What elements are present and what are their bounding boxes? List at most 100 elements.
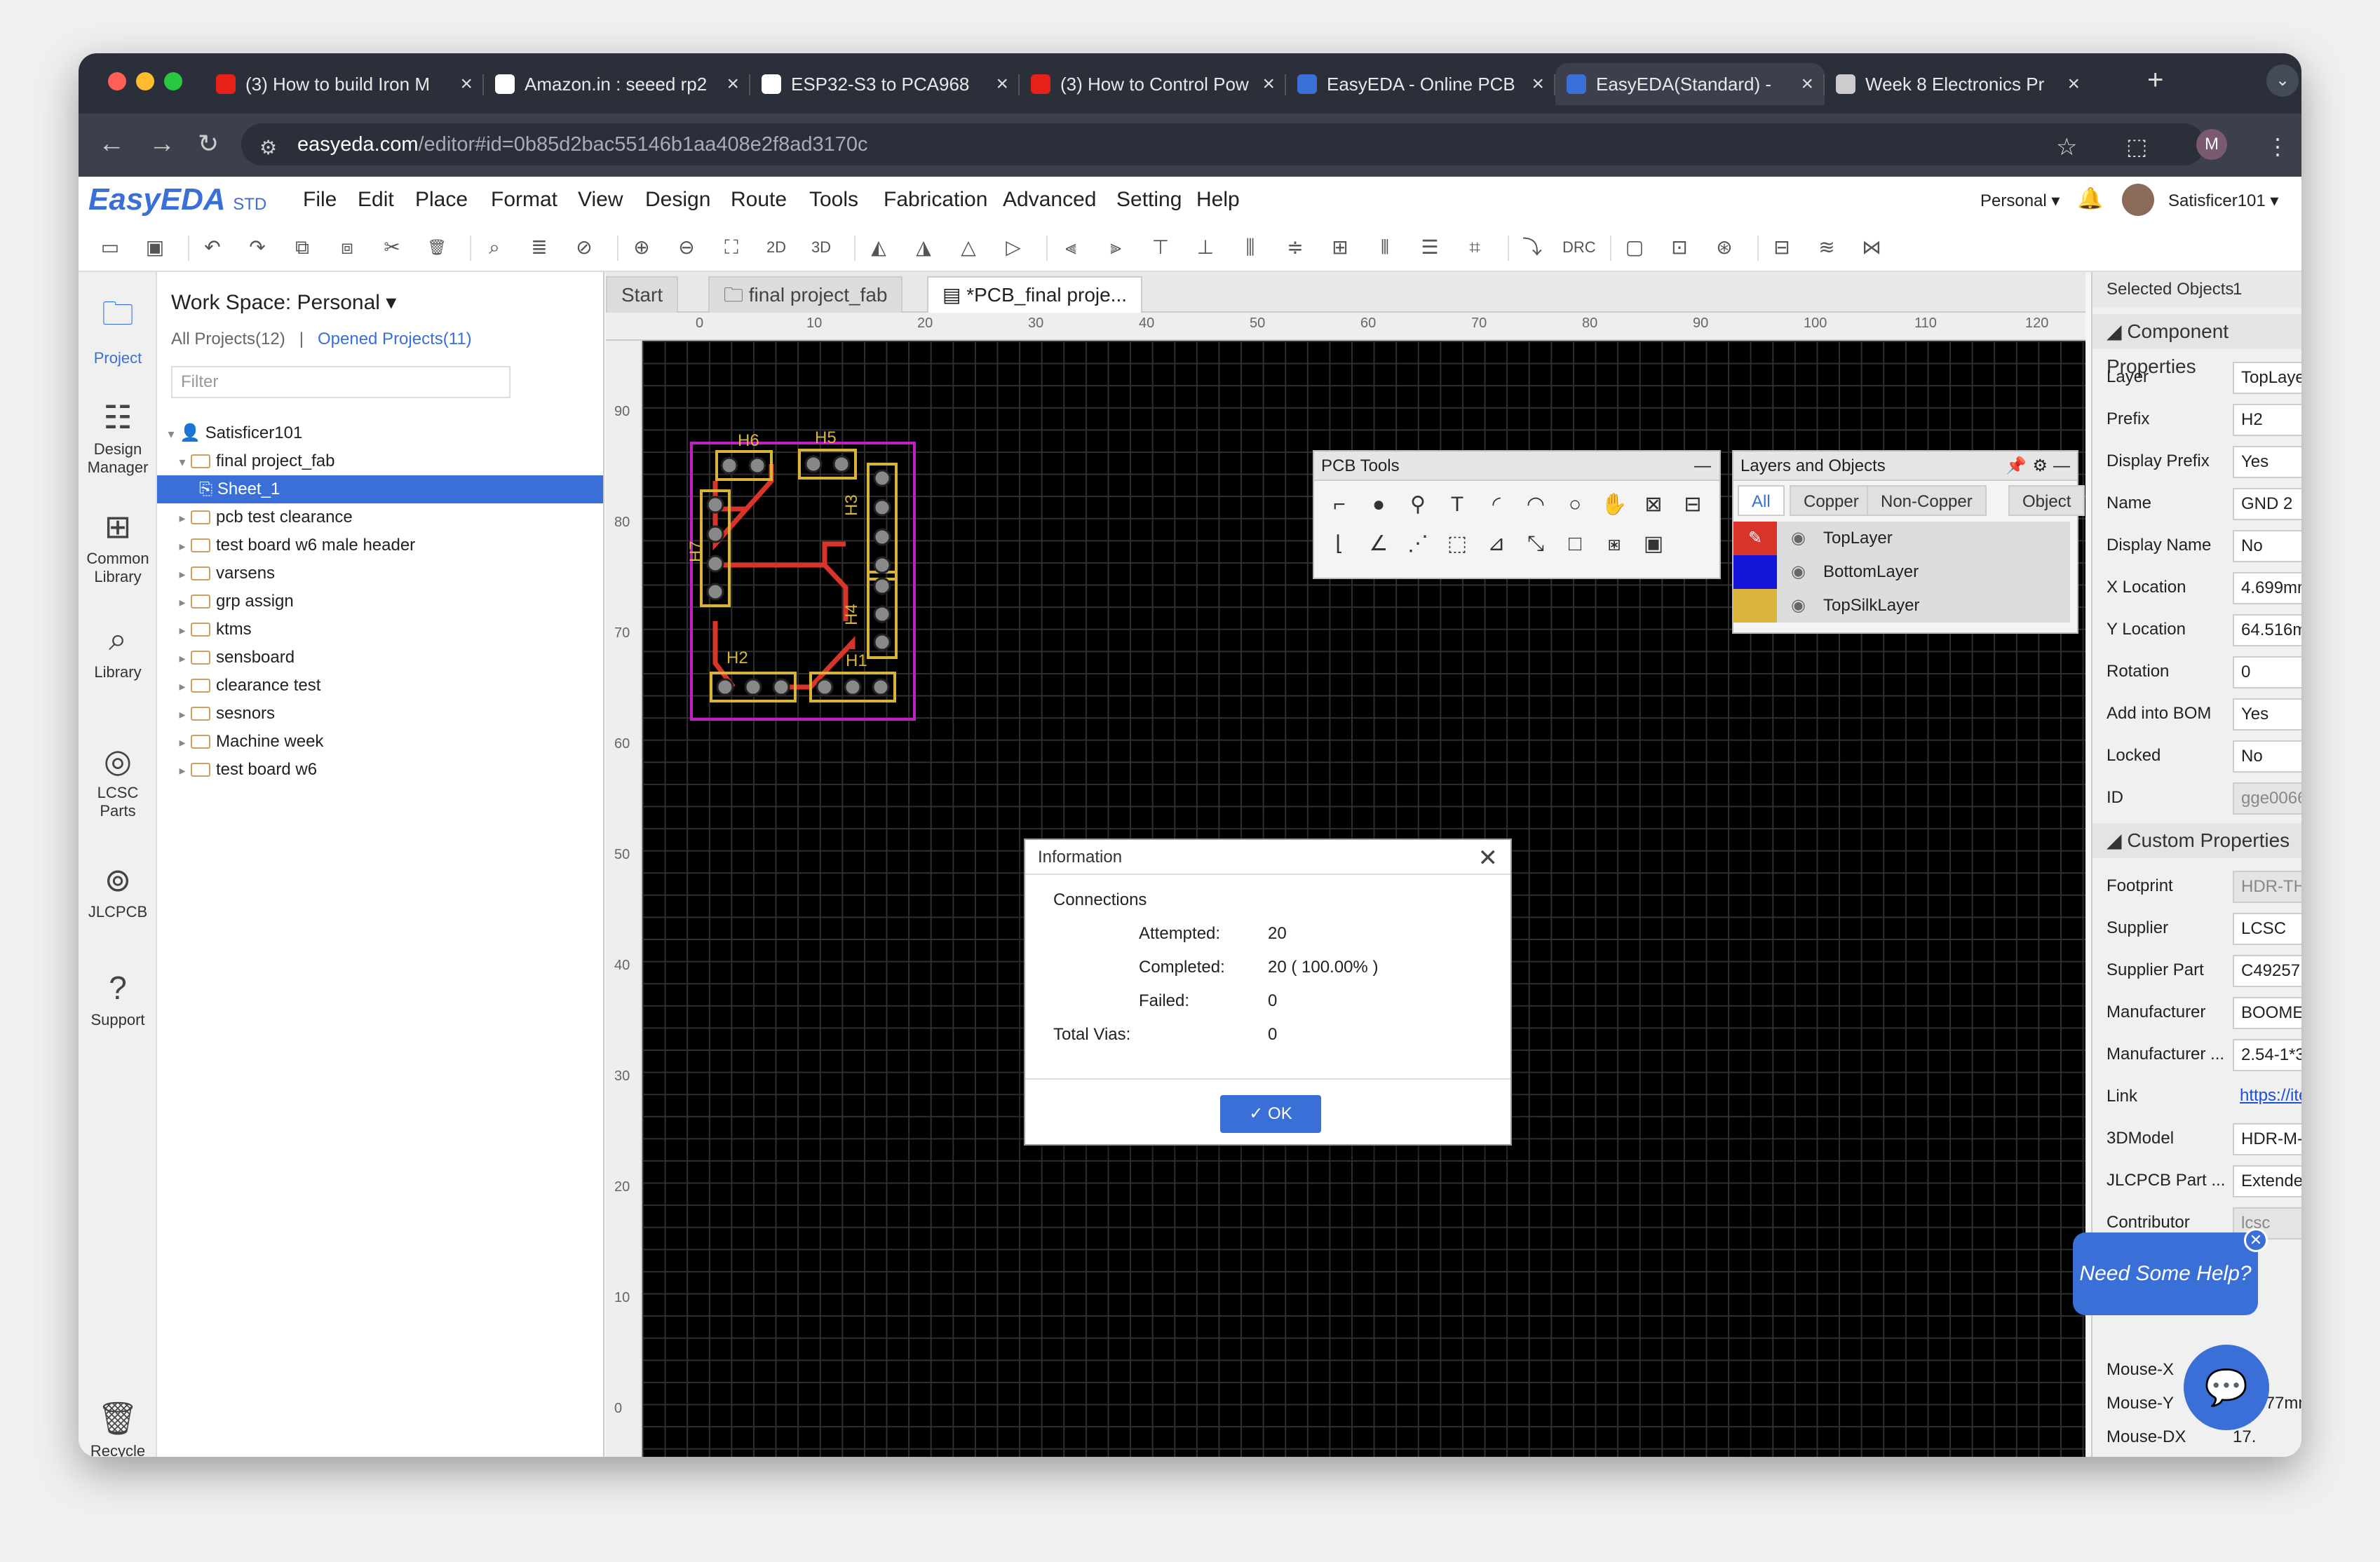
via-icon[interactable]: ⚲ [1402,489,1433,520]
all-projects-link[interactable]: All Projects(12) [171,330,285,348]
doc-tab[interactable]: 🗀 final project_fab [708,276,903,313]
line-icon[interactable]: ⌊ [1324,529,1355,559]
menu-advanced[interactable]: Advanced [1003,188,1096,212]
close-tab-icon[interactable]: × [2067,72,2080,96]
tab-search-button[interactable]: ⌄ [2266,64,2299,97]
menu-fabrication[interactable]: Fabrication [884,188,987,212]
text-icon[interactable]: T [1442,489,1473,520]
expand-arrow-icon[interactable]: ▸ [174,504,191,532]
layer-tab-object[interactable]: Object [2008,485,2085,516]
browser-tab[interactable]: ESP32-S3 to PCA968 × [750,63,1020,105]
property-field[interactable]: 64.516mm [2233,614,2301,646]
property-select[interactable]: No⌄ [2233,740,2301,773]
solder-icon[interactable]: ⊠ [1638,489,1669,520]
expand-arrow-icon[interactable]: ▸ [174,616,191,644]
eye-icon[interactable]: ◉ [1791,589,1806,623]
rect-icon[interactable]: □ [1560,529,1590,559]
tree-project-item[interactable]: ▸ test board w6 male header [157,531,603,559]
tree-project-item[interactable]: ▸ test board w6 [157,756,603,784]
chat-icon[interactable]: 💬 [2184,1345,2269,1430]
expand-arrow-icon[interactable]: ▸ [174,532,191,560]
expand-arrow-icon[interactable]: ▸ [174,728,191,756]
pin-icon[interactable]: 📌 [2006,451,2027,481]
dimension-icon[interactable]: ⋰ [1402,529,1433,559]
distribute-v-icon[interactable]: ☰ [1415,233,1445,262]
menu-edit[interactable]: Edit [358,188,394,212]
align-bottom-icon[interactable]: ⊥ [1191,233,1220,262]
bookmark-star-icon[interactable]: ☆ [2056,133,2077,161]
copper-area-icon[interactable]: ▣ [1638,529,1669,559]
expand-arrow-icon[interactable]: ▸ [174,644,191,672]
image-icon[interactable]: ⊟ [1677,489,1708,520]
browser-tab[interactable]: EasyEDA - Online PCB × [1286,63,1555,105]
layer-color-swatch[interactable] [1733,555,1777,589]
find-icon[interactable]: ≣ [525,233,554,262]
property-field[interactable]: BOOMELE(博 [2233,997,2301,1029]
region-icon[interactable]: ⊿ [1481,529,1512,559]
property-field[interactable]: Extended Par [2233,1165,2301,1197]
close-tab-icon[interactable]: × [726,72,739,96]
rail-common-library[interactable]: ⊞ Common Library [79,508,157,586]
rail-lcsc-parts[interactable]: ◎ LCSC Parts [79,742,157,820]
close-window-button[interactable] [108,72,126,90]
url-bar[interactable]: easyeda.com/editor#id=0b85d2bac55146b1aa… [241,123,2205,165]
track-icon[interactable]: ⌐ [1324,489,1355,520]
copy-icon[interactable]: ⧉ [288,233,317,262]
align-middle-icon[interactable]: ≑ [1280,233,1310,262]
user-avatar[interactable] [2122,184,2154,216]
menu-tools[interactable]: Tools [809,188,858,212]
browser-tab[interactable]: Week 8 Electronics Pr × [1825,63,2091,105]
property-select[interactable]: LCSC⌄ [2233,913,2301,945]
extensions-icon[interactable]: ⬚ [2126,133,2147,160]
flip-v-icon[interactable]: ◮ [909,233,938,262]
board-icon[interactable]: ▢ [1620,233,1649,262]
tree-root[interactable]: ▾ 👤 Satisficer101 [157,419,603,447]
tree-project-item[interactable]: ▸ clearance test [157,672,603,700]
property-field[interactable]: 2.54-1*3P针 [2233,1039,2301,1071]
clear-icon[interactable]: ⊘ [569,233,599,262]
close-tab-icon[interactable]: × [1532,72,1544,96]
browser-tab[interactable]: Amazon.in : seeed rp2 × [484,63,750,105]
paste-icon[interactable]: ⧈ [332,233,362,262]
3d-view-button[interactable]: 3D [806,233,836,262]
arc2-icon[interactable]: ◠ [1520,489,1551,520]
site-info-icon[interactable]: ⚙ [259,136,277,159]
tree-project-item[interactable]: ▸ grp assign [157,588,603,616]
browser-tab[interactable]: (3) How to build Iron M × [205,63,484,105]
undo-icon[interactable]: ↶ [198,233,227,262]
minimize-window-button[interactable] [136,72,154,90]
tree-sheet-item[interactable]: ⎘ Sheet_1 [157,475,603,503]
cross-probe-icon[interactable]: ⤵ [1517,233,1547,262]
minimize-icon[interactable]: — [2053,451,2070,481]
notification-bell-icon[interactable]: 🔔 [2077,186,2103,211]
eye-icon[interactable]: ◉ [1791,555,1806,589]
search-icon[interactable]: ⌕ [480,233,509,262]
property-field[interactable]: 0 [2233,656,2301,688]
menu-format[interactable]: Format [491,188,557,212]
ok-button[interactable]: ✓ OK [1220,1095,1321,1133]
layer-row[interactable]: ◉ BottomLayer [1733,555,2070,589]
eye-icon[interactable]: ◉ [1791,522,1806,555]
layer-tab-copper[interactable]: Copper [1790,485,1873,516]
new-tab-button[interactable]: + [2147,64,2163,96]
collapse-arrow-icon[interactable]: ▾ [174,448,191,476]
close-help-icon[interactable]: ✕ [2244,1228,2268,1252]
arrow-icon[interactable]: ▷ [999,233,1028,262]
tree-project-item[interactable]: ▸ pcb test clearance [157,503,603,531]
close-tab-icon[interactable]: × [996,72,1008,96]
layer-row[interactable]: ◉ TopSilkLayer [1733,589,2070,623]
tree-project-item[interactable]: ▸ varsens [157,559,603,588]
menu-setting[interactable]: Setting [1116,188,1182,212]
expand-arrow-icon[interactable]: ▸ [174,700,191,728]
arc-icon[interactable]: ◜ [1481,489,1512,520]
share-icon[interactable]: ⋈ [1857,233,1886,262]
tree-project-item[interactable]: ▾ final project_fab [157,447,603,475]
layer-color-swatch[interactable]: ✎ [1733,522,1777,555]
align-left-icon[interactable]: ⫷ [1056,233,1086,262]
tree-project-item[interactable]: ▸ Machine week [157,728,603,756]
close-tab-icon[interactable]: × [1262,72,1275,96]
tree-project-item[interactable]: ▸ sesnors [157,700,603,728]
property-field[interactable]: 4.699mm [2233,572,2301,604]
reload-button[interactable]: ↻ [198,129,219,158]
property-select[interactable]: No⌄ [2233,530,2301,562]
